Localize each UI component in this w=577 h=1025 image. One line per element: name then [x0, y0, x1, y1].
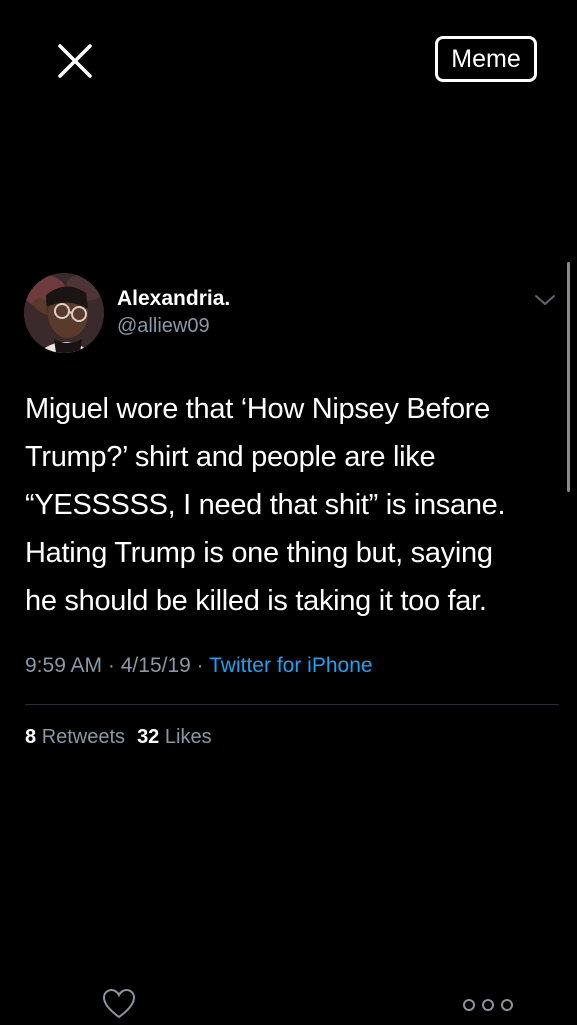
likes-count: 32 [137, 726, 160, 748]
retweets-label: Retweets [41, 726, 126, 748]
divider [25, 704, 559, 705]
scroll-indicator [567, 262, 570, 492]
tweet-text-line: he should be killed is taking it too far… [25, 585, 487, 617]
tweet-text-line: Hating Trump is one thing but, saying [25, 537, 493, 569]
likes-label: Likes [164, 726, 212, 748]
retweets-stat[interactable]: 8 Retweets [25, 726, 125, 748]
tweet-text-line: Miguel wore that ‘How Nipsey Before [25, 393, 490, 425]
heart-icon [102, 988, 136, 1019]
tweet-source-link[interactable]: Twitter for iPhone [209, 654, 372, 677]
avatar-image [24, 273, 104, 353]
tweet-text-line: Trump?’ shirt and people are like [25, 441, 436, 473]
chevron-down-icon[interactable] [534, 293, 556, 307]
meta-separator: · [196, 654, 204, 677]
author-name[interactable]: Alexandria. [117, 287, 230, 311]
avatar[interactable] [24, 273, 104, 353]
meta-separator: · [107, 654, 115, 677]
meme-button-label: Meme [451, 44, 521, 73]
like-button[interactable] [102, 988, 136, 1020]
close-button[interactable] [56, 42, 94, 80]
tweet-date: 4/15/19 [120, 654, 191, 677]
tweet-time: 9:59 AM [25, 654, 103, 677]
tweet-header: Alexandria. @alliew09 [24, 271, 559, 355]
tweet-meta: 9:59 AM · 4/15/19 · Twitter for iPhone [25, 654, 373, 678]
tweet-text-line: “YESSSSS, I need that shit” is insane. [25, 489, 506, 521]
retweets-count: 8 [25, 726, 37, 748]
likes-stat[interactable]: 32 Likes [137, 726, 212, 748]
more-options-icon [463, 999, 513, 1011]
close-icon [58, 44, 92, 78]
more-options-button[interactable] [461, 996, 515, 1014]
meme-button[interactable]: Meme [435, 36, 537, 82]
tweet-text: Miguel wore that ‘How Nipsey Before Trum… [25, 385, 560, 625]
author-handle[interactable]: @alliew09 [117, 315, 210, 338]
tweet-stats: 8 Retweets 32 Likes [25, 726, 212, 749]
